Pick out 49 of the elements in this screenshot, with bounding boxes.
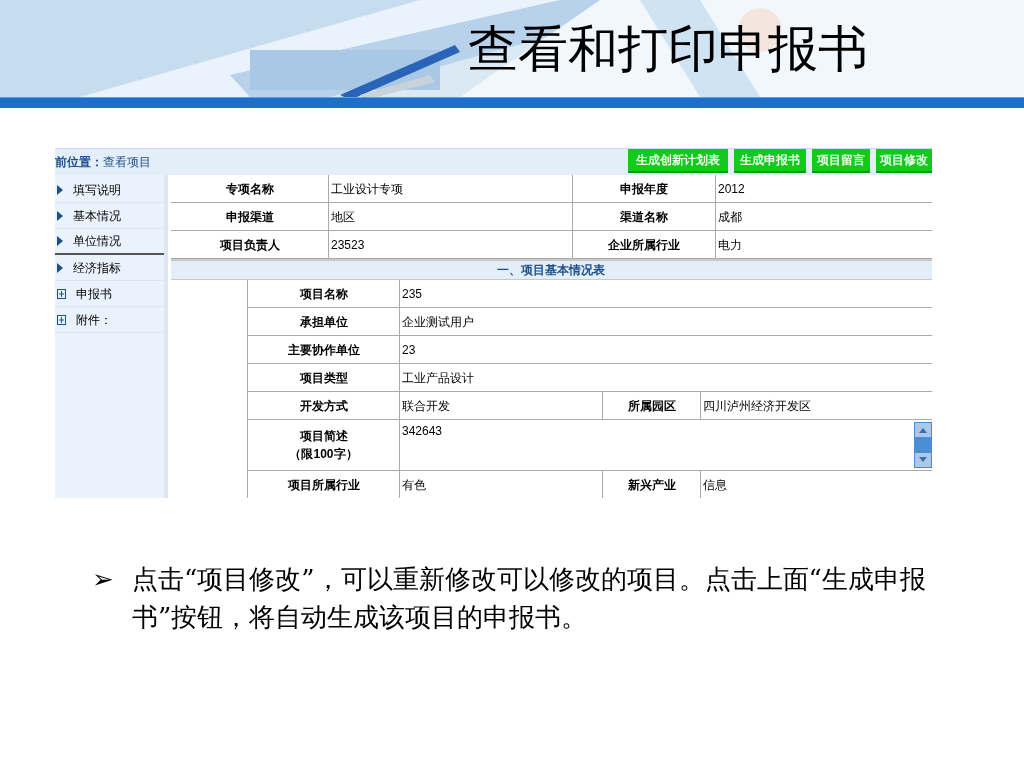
bullet-text: 点击“项目修改”，可以重新修改可以修改的项目。点击上面“生成申报书”按钮，将自动生成该项目的申报书。	[132, 563, 927, 634]
table-cell: 开发方式	[248, 392, 400, 419]
table-cell: 所属园区	[603, 392, 701, 419]
table-cell: 申报渠道	[171, 203, 329, 230]
slide-title: 查看和打印申报书	[468, 20, 868, 79]
table-cell: 主要协作单位	[248, 336, 400, 363]
sidebar-item[interactable]: 基本情况	[55, 203, 164, 229]
table-cell: 渠道名称	[573, 203, 716, 230]
table-cell: 项目名称	[248, 280, 400, 307]
table-cell: 承担单位	[248, 308, 400, 335]
sidebar-item[interactable]: 填写说明	[55, 177, 164, 203]
table-cell-text: 23	[401, 341, 417, 359]
triangle-icon	[57, 236, 63, 246]
plus-icon	[57, 314, 66, 325]
table-cell: 新兴产业	[603, 471, 701, 498]
table-cell-text: 工业产品设计	[401, 369, 475, 387]
sidebar-item[interactable]: 附件：	[55, 307, 164, 333]
table-cell: 工业设计专项	[329, 175, 573, 202]
table-cell: 项目所属行业	[248, 471, 400, 498]
sidebar-item[interactable]: 申报书	[55, 281, 164, 307]
triangle-icon	[57, 210, 63, 221]
table-cell: 企业所属行业	[573, 231, 716, 258]
table-cell: 项目类型	[248, 364, 400, 391]
triangle-icon	[57, 184, 63, 195]
table-cell-text: 四川泸州经济开发区	[702, 397, 812, 415]
text-area[interactable]: 342643	[400, 420, 914, 470]
table-cell-text: 235	[401, 285, 424, 303]
scrollbar[interactable]	[914, 422, 932, 468]
table-cell-text: 信息	[702, 476, 728, 494]
table-cell-text: 成都	[717, 208, 743, 226]
table-cell: 联合开发	[400, 392, 603, 419]
table-cell-text: （限100字）	[289, 446, 358, 463]
table-cell: 地区	[329, 203, 573, 230]
table-cell: 项目负责人	[171, 231, 329, 258]
breadcrumb: 前位置：查看项目	[55, 154, 151, 171]
section-header: 一、项目基本情况表	[171, 259, 932, 280]
table-cell-text: 电力	[717, 236, 743, 254]
table-cell: 有色	[400, 471, 603, 498]
table-cell: 23523	[329, 231, 573, 258]
sidebar-item[interactable]: 经济指标	[55, 255, 164, 281]
bullet-marker: ➢	[92, 563, 115, 596]
table-cell-text: 企业测试用户	[401, 313, 475, 331]
sidebar-item[interactable]: 单位情况	[55, 229, 164, 255]
table-cell: 申报年度	[573, 175, 716, 202]
plus-icon	[57, 288, 66, 299]
table-cell-text: 2012	[717, 180, 746, 198]
triangle-icon	[57, 262, 63, 273]
table-cell-text: 项目简述	[299, 428, 348, 445]
table-cell: 专项名称	[171, 175, 329, 202]
